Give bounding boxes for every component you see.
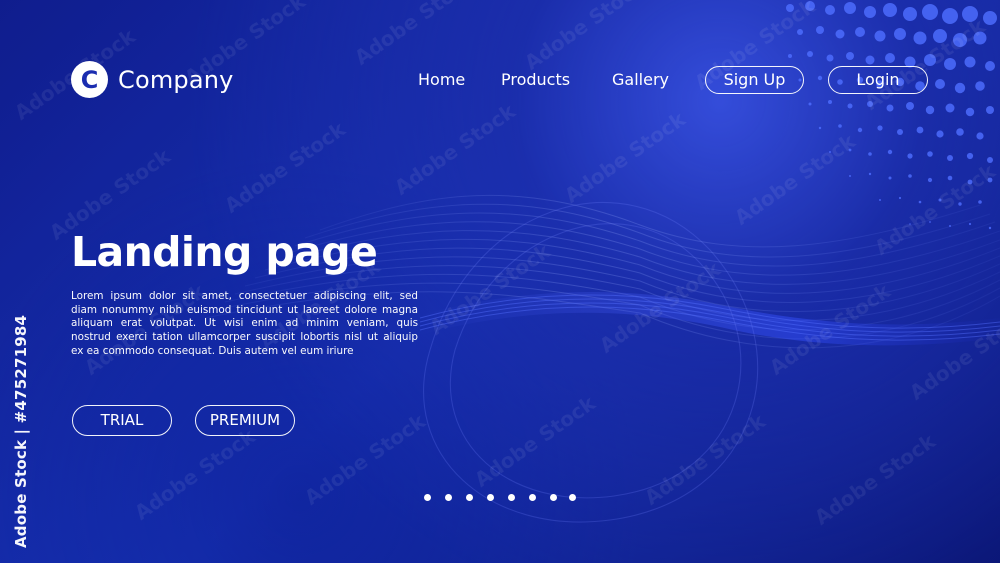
nav-home-link[interactable]: Home — [418, 70, 465, 90]
watermark-text: Adobe Stock — [560, 106, 690, 208]
watermark-text: Adobe Stock — [765, 278, 895, 380]
nav-gallery-link[interactable]: Gallery — [612, 70, 669, 90]
pagination-dot-icon[interactable] — [550, 494, 557, 501]
watermark-text: Adobe Stock — [905, 303, 1000, 405]
pagination-dot-icon[interactable] — [424, 494, 431, 501]
pagination-dot-icon[interactable] — [569, 494, 576, 501]
stock-image-id: Adobe Stock | #475271984 — [12, 314, 30, 548]
premium-button[interactable]: PREMIUM — [195, 405, 295, 436]
pagination-dot-icon[interactable] — [508, 494, 515, 501]
logo-letter: C — [80, 65, 99, 94]
watermark-text: Adobe Stock — [640, 408, 770, 510]
watermark-text: Adobe Stock — [220, 116, 350, 218]
watermark-text: Adobe Stock — [300, 408, 430, 510]
carousel-pagination — [424, 494, 576, 502]
watermark-text: Adobe Stock — [470, 390, 600, 492]
wave-ribbon-lines — [419, 294, 1000, 341]
watermark-text: Adobe Stock — [810, 428, 940, 530]
watermark-text: Adobe Stock — [730, 128, 860, 230]
sign-up-button[interactable]: Sign Up — [705, 66, 804, 94]
login-button[interactable]: Login — [828, 66, 928, 94]
wave-ribbon — [420, 292, 1000, 346]
watermark-text: Adobe Stock — [425, 238, 555, 340]
hero-title: Landing page — [71, 228, 378, 276]
brand-name: Company — [118, 65, 234, 94]
site-header: C Company Home Products Gallery Sign Up … — [0, 0, 1000, 120]
trial-button[interactable]: TRIAL — [72, 405, 172, 436]
pagination-dot-icon[interactable] — [445, 494, 452, 501]
hero-section: Landing page Lorem ipsum dolor sit amet,… — [71, 223, 418, 359]
watermark-text: Adobe Stock — [595, 256, 725, 358]
main-navigation: Home Products Gallery Sign Up Login — [418, 66, 953, 96]
company-logo-icon: C — [71, 61, 108, 98]
watermark-text: Adobe Stock — [130, 423, 260, 525]
large-orbit-shape — [423, 202, 759, 523]
pagination-dot-icon[interactable] — [487, 494, 494, 501]
hero-description: Lorem ipsum dolor sit amet, consectetuer… — [71, 290, 418, 357]
nav-products-link[interactable]: Products — [501, 70, 570, 90]
pagination-dot-icon[interactable] — [466, 494, 473, 501]
watermark-text: Adobe Stock — [870, 158, 1000, 260]
hero-actions: TRIAL PREMIUM — [72, 405, 302, 437]
pagination-dot-icon[interactable] — [529, 494, 536, 501]
brand-logo[interactable]: C Company — [71, 61, 234, 98]
